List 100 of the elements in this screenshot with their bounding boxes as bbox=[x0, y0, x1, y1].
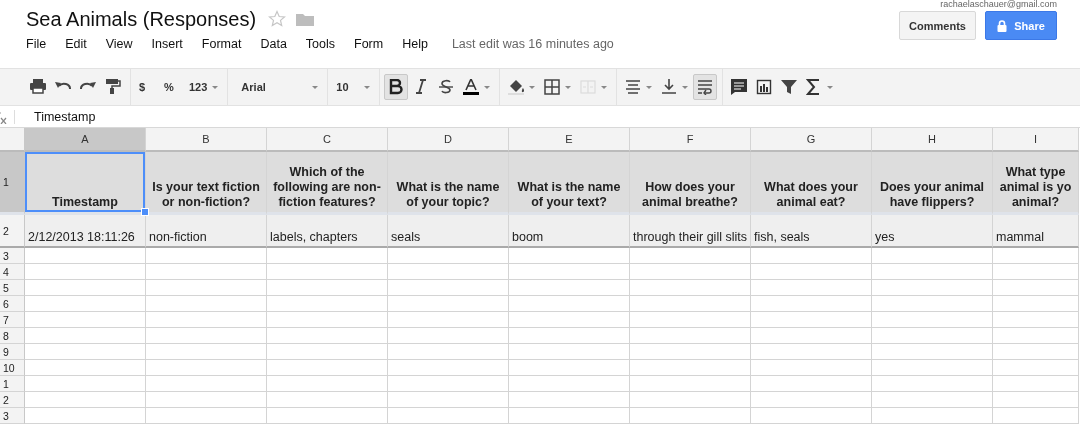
table-cell[interactable]: seals bbox=[388, 215, 509, 248]
format-button[interactable]: % bbox=[160, 74, 184, 100]
menu-item[interactable]: File bbox=[26, 37, 47, 51]
comments-button[interactable]: Comments bbox=[899, 11, 976, 40]
table-cell[interactable] bbox=[25, 248, 146, 264]
table-cell[interactable] bbox=[630, 296, 751, 312]
table-cell[interactable]: What is the name of your text? bbox=[509, 152, 630, 215]
table-cell[interactable] bbox=[146, 328, 267, 344]
table-cell[interactable] bbox=[993, 344, 1079, 360]
table-cell[interactable] bbox=[872, 344, 993, 360]
row-header[interactable]: 3 bbox=[0, 408, 25, 424]
format-button[interactable]: $ bbox=[135, 74, 159, 100]
table-cell[interactable] bbox=[630, 312, 751, 328]
table-cell[interactable] bbox=[509, 264, 630, 280]
table-cell[interactable] bbox=[388, 296, 509, 312]
table-cell[interactable] bbox=[388, 360, 509, 376]
column-header[interactable]: I bbox=[993, 128, 1079, 152]
table-cell[interactable] bbox=[872, 328, 993, 344]
table-cell[interactable] bbox=[146, 408, 267, 424]
menu-item[interactable]: View bbox=[105, 37, 133, 51]
table-cell[interactable] bbox=[509, 360, 630, 376]
font-dropdown[interactable]: Arial bbox=[232, 74, 323, 100]
table-cell[interactable] bbox=[509, 248, 630, 264]
table-cell[interactable] bbox=[267, 328, 388, 344]
table-cell[interactable] bbox=[630, 264, 751, 280]
row-header[interactable]: 2 bbox=[0, 392, 25, 408]
column-header[interactable]: H bbox=[872, 128, 993, 152]
table-cell[interactable] bbox=[267, 248, 388, 264]
table-cell[interactable]: How does your animal breathe? bbox=[630, 152, 751, 215]
menu-item[interactable]: Help bbox=[402, 37, 428, 51]
table-cell[interactable] bbox=[388, 280, 509, 296]
table-cell[interactable] bbox=[993, 280, 1079, 296]
column-header[interactable]: C bbox=[267, 128, 388, 152]
table-cell[interactable] bbox=[146, 248, 267, 264]
table-cell[interactable] bbox=[993, 264, 1079, 280]
column-header[interactable]: G bbox=[751, 128, 872, 152]
menu-item[interactable]: Format bbox=[201, 37, 242, 51]
format-dropdown[interactable]: 123 bbox=[185, 74, 223, 100]
table-cell[interactable] bbox=[146, 280, 267, 296]
table-cell[interactable] bbox=[25, 312, 146, 328]
table-cell[interactable] bbox=[388, 264, 509, 280]
table-cell[interactable] bbox=[993, 376, 1079, 392]
table-cell[interactable] bbox=[146, 296, 267, 312]
table-cell[interactable] bbox=[146, 344, 267, 360]
formula-input[interactable]: Timestamp bbox=[34, 109, 96, 124]
table-cell[interactable]: boom bbox=[509, 215, 630, 248]
table-cell[interactable] bbox=[751, 344, 872, 360]
table-cell[interactable] bbox=[993, 360, 1079, 376]
row-header[interactable]: 3 bbox=[0, 248, 25, 264]
corner-cell[interactable] bbox=[0, 128, 25, 152]
column-header[interactable]: E bbox=[509, 128, 630, 152]
table-cell[interactable] bbox=[25, 328, 146, 344]
table-cell[interactable] bbox=[388, 248, 509, 264]
table-cell[interactable] bbox=[993, 392, 1079, 408]
table-cell[interactable] bbox=[267, 296, 388, 312]
text-wrap-button[interactable] bbox=[693, 74, 718, 100]
table-cell[interactable]: non-fiction bbox=[146, 215, 267, 248]
table-cell[interactable]: What is the name of your topic? bbox=[388, 152, 509, 215]
table-cell[interactable] bbox=[630, 392, 751, 408]
table-cell[interactable] bbox=[872, 312, 993, 328]
table-cell[interactable] bbox=[267, 312, 388, 328]
table-cell[interactable] bbox=[630, 280, 751, 296]
font-size-dropdown[interactable]: 10 bbox=[332, 74, 375, 100]
row-header[interactable]: 5 bbox=[0, 280, 25, 296]
table-cell[interactable]: Does your animal have flippers? bbox=[872, 152, 993, 215]
table-cell[interactable]: through their gill slits bbox=[630, 215, 751, 248]
table-cell[interactable] bbox=[630, 344, 751, 360]
column-header[interactable]: A bbox=[25, 128, 146, 152]
menu-item[interactable]: Edit bbox=[65, 37, 87, 51]
table-cell[interactable]: What does your animal eat? bbox=[751, 152, 872, 215]
table-cell[interactable] bbox=[751, 328, 872, 344]
row-header[interactable]: 6 bbox=[0, 296, 25, 312]
column-header[interactable]: D bbox=[388, 128, 509, 152]
table-cell[interactable] bbox=[25, 408, 146, 424]
table-cell[interactable] bbox=[388, 328, 509, 344]
table-cell[interactable] bbox=[872, 392, 993, 408]
table-cell[interactable] bbox=[388, 408, 509, 424]
table-cell[interactable]: 2/12/2013 18:11:26 bbox=[25, 215, 146, 248]
table-cell[interactable] bbox=[751, 392, 872, 408]
table-cell[interactable] bbox=[993, 328, 1079, 344]
table-cell[interactable] bbox=[509, 376, 630, 392]
table-cell[interactable] bbox=[267, 360, 388, 376]
table-cell[interactable] bbox=[630, 248, 751, 264]
table-cell[interactable] bbox=[388, 312, 509, 328]
table-cell[interactable] bbox=[509, 280, 630, 296]
table-cell[interactable] bbox=[630, 328, 751, 344]
row-header[interactable]: 1 bbox=[0, 152, 25, 215]
row-header[interactable]: 2 bbox=[0, 215, 25, 248]
table-cell[interactable] bbox=[872, 264, 993, 280]
last-edit-link[interactable]: Last edit was 16 minutes ago bbox=[451, 37, 614, 51]
row-header[interactable]: 9 bbox=[0, 344, 25, 360]
table-cell[interactable]: Timestamp bbox=[25, 152, 146, 215]
table-cell[interactable] bbox=[267, 376, 388, 392]
table-cell[interactable]: Is your text fiction or non-fiction? bbox=[146, 152, 267, 215]
column-header[interactable]: F bbox=[630, 128, 751, 152]
table-cell[interactable] bbox=[509, 392, 630, 408]
table-cell[interactable]: What type animal is yo animal? bbox=[993, 152, 1079, 215]
table-cell[interactable] bbox=[146, 392, 267, 408]
table-cell[interactable] bbox=[267, 392, 388, 408]
account-email[interactable]: rachaelaschauer@gmail.com bbox=[940, 0, 1057, 9]
